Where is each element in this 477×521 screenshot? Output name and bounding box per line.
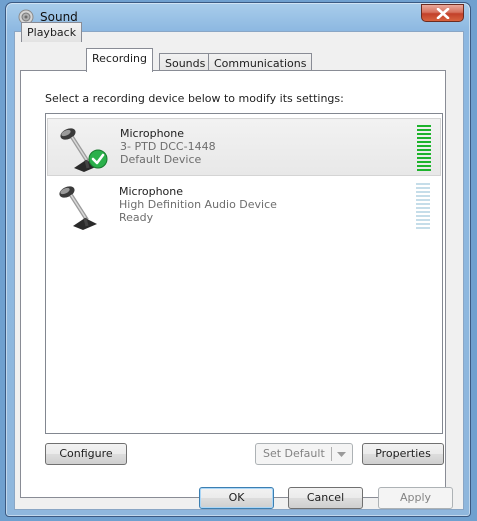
device-description: 3- PTD DCC-1448 <box>120 140 216 153</box>
split-divider <box>331 447 332 461</box>
level-meter <box>417 125 431 173</box>
cancel-button[interactable]: Cancel <box>288 487 363 509</box>
configure-button[interactable]: Configure <box>45 443 127 465</box>
properties-button[interactable]: Properties <box>362 443 444 465</box>
tab-sounds-label: Sounds <box>165 57 206 70</box>
apply-button[interactable]: Apply <box>378 487 453 509</box>
device-description: High Definition Audio Device <box>119 198 277 211</box>
tab-recording-label: Recording <box>92 52 148 65</box>
chevron-down-icon[interactable] <box>337 452 346 457</box>
list-item[interactable]: Microphone 3- PTD DCC-1448 Default Devic… <box>47 118 441 176</box>
tab-recording[interactable]: Recording <box>86 48 154 72</box>
close-icon <box>436 8 450 19</box>
ok-button[interactable]: OK <box>199 487 274 509</box>
set-default-button[interactable]: Set Default <box>255 443 353 465</box>
tab-communications-label: Communications <box>214 57 307 70</box>
set-default-label: Set Default <box>263 447 325 460</box>
list-item[interactable]: Microphone High Definition Audio Device … <box>47 177 441 235</box>
instruction-text: Select a recording device below to modif… <box>45 92 344 105</box>
recording-device-list[interactable]: Microphone 3- PTD DCC-1448 Default Devic… <box>45 113 443 434</box>
close-button[interactable] <box>421 4 464 22</box>
microphone-icon <box>59 186 97 230</box>
device-status: Default Device <box>120 153 202 166</box>
tab-playback-label: Playback <box>27 26 77 39</box>
tab-playback[interactable]: Playback <box>21 22 83 42</box>
device-name: Microphone <box>120 127 185 140</box>
device-name: Microphone <box>119 185 184 198</box>
checkmark-icon <box>88 149 108 169</box>
level-meter <box>416 183 430 231</box>
device-status: Ready <box>119 211 154 224</box>
